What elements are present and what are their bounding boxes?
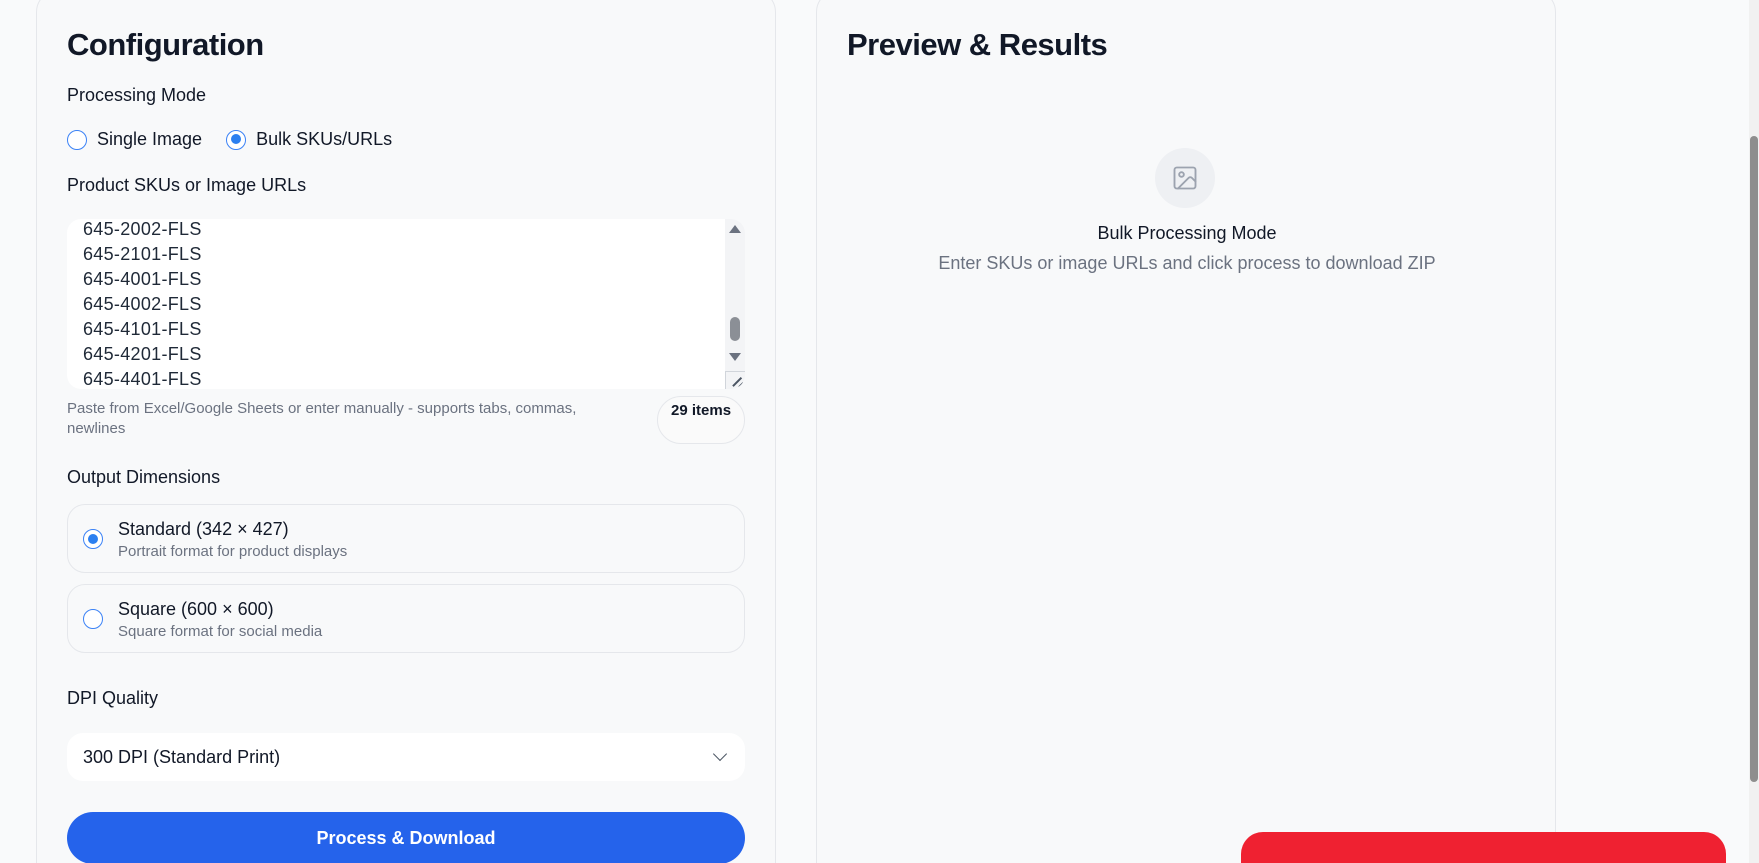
preview-title: Preview & Results (847, 27, 1108, 62)
image-icon (1173, 166, 1197, 190)
configuration-panel: Configuration Processing Mode Single Ima… (36, 0, 776, 863)
textarea-scrollbar[interactable] (725, 219, 745, 389)
square-dimension-option[interactable]: Square (600 × 600) Square format for soc… (67, 584, 745, 653)
sku-line: 645-4002-FLS (83, 294, 202, 314)
skus-textarea[interactable]: 645-2002-FLS 645-2101-FLS 645-4001-FLS 6… (67, 219, 745, 389)
square-dimension-radio[interactable] (83, 609, 103, 629)
resize-handle-icon[interactable] (725, 371, 745, 389)
standard-dimension-radio[interactable] (83, 529, 103, 549)
output-dimensions-label: Output Dimensions (67, 467, 221, 487)
textarea-scroll-thumb[interactable] (730, 317, 740, 341)
empty-state-subtitle: Enter SKUs or image URLs and click proce… (938, 253, 1436, 273)
configuration-title: Configuration (67, 27, 264, 62)
dpi-quality-select[interactable]: 300 DPI (Standard Print) (67, 733, 745, 781)
bulk-skus-label: Bulk SKUs/URLs (256, 129, 393, 149)
sku-line: 645-2002-FLS (83, 219, 202, 239)
process-download-button[interactable]: Process & Download (67, 812, 745, 863)
dpi-selected-value: 300 DPI (Standard Print) (83, 747, 281, 767)
processing-mode-group: Single Image Bulk SKUs/URLs (67, 129, 392, 150)
square-dimension-subtitle: Square format for social media (118, 623, 323, 640)
single-image-radio[interactable] (67, 129, 87, 150)
skus-label: Product SKUs or Image URLs (67, 175, 307, 195)
scroll-down-arrow-icon[interactable] (729, 353, 741, 361)
single-image-option[interactable]: Single Image (67, 129, 202, 150)
empty-state-title: Bulk Processing Mode (1097, 223, 1277, 243)
preview-panel: Preview & Results Bulk Processing Mode E… (816, 0, 1556, 863)
scroll-up-arrow-icon[interactable] (729, 225, 741, 233)
red-notification-bar[interactable] (1241, 832, 1726, 863)
processing-mode-label: Processing Mode (67, 85, 207, 105)
page-scrollbar-thumb[interactable] (1750, 136, 1758, 782)
single-image-label: Single Image (97, 129, 203, 149)
sku-line: 645-4101-FLS (83, 319, 202, 339)
bulk-skus-option[interactable]: Bulk SKUs/URLs (226, 129, 392, 150)
standard-dimension-subtitle: Portrait format for product displays (118, 543, 348, 560)
sku-line: 645-4001-FLS (83, 269, 202, 289)
sku-line: 645-4201-FLS (83, 344, 202, 364)
dpi-quality-label: DPI Quality (67, 688, 159, 708)
sku-line: 645-2101-FLS (83, 244, 202, 264)
standard-dimension-title: Standard (342 × 427) (118, 519, 289, 539)
skus-textarea-content: 645-2002-FLS 645-2101-FLS 645-4001-FLS 6… (83, 219, 202, 389)
sku-line: 645-4401-FLS (83, 369, 202, 389)
item-count-badge: 29 items (657, 396, 745, 444)
empty-state-icon-container (1155, 148, 1215, 208)
chevron-down-icon (712, 746, 728, 762)
square-dimension-title: Square (600 × 600) (118, 599, 274, 619)
standard-dimension-option[interactable]: Standard (342 × 427) Portrait format for… (67, 504, 745, 573)
page-scrollbar[interactable] (1749, 0, 1759, 863)
bulk-skus-radio[interactable] (226, 129, 247, 150)
skus-hint: Paste from Excel/Google Sheets or enter … (67, 400, 577, 437)
